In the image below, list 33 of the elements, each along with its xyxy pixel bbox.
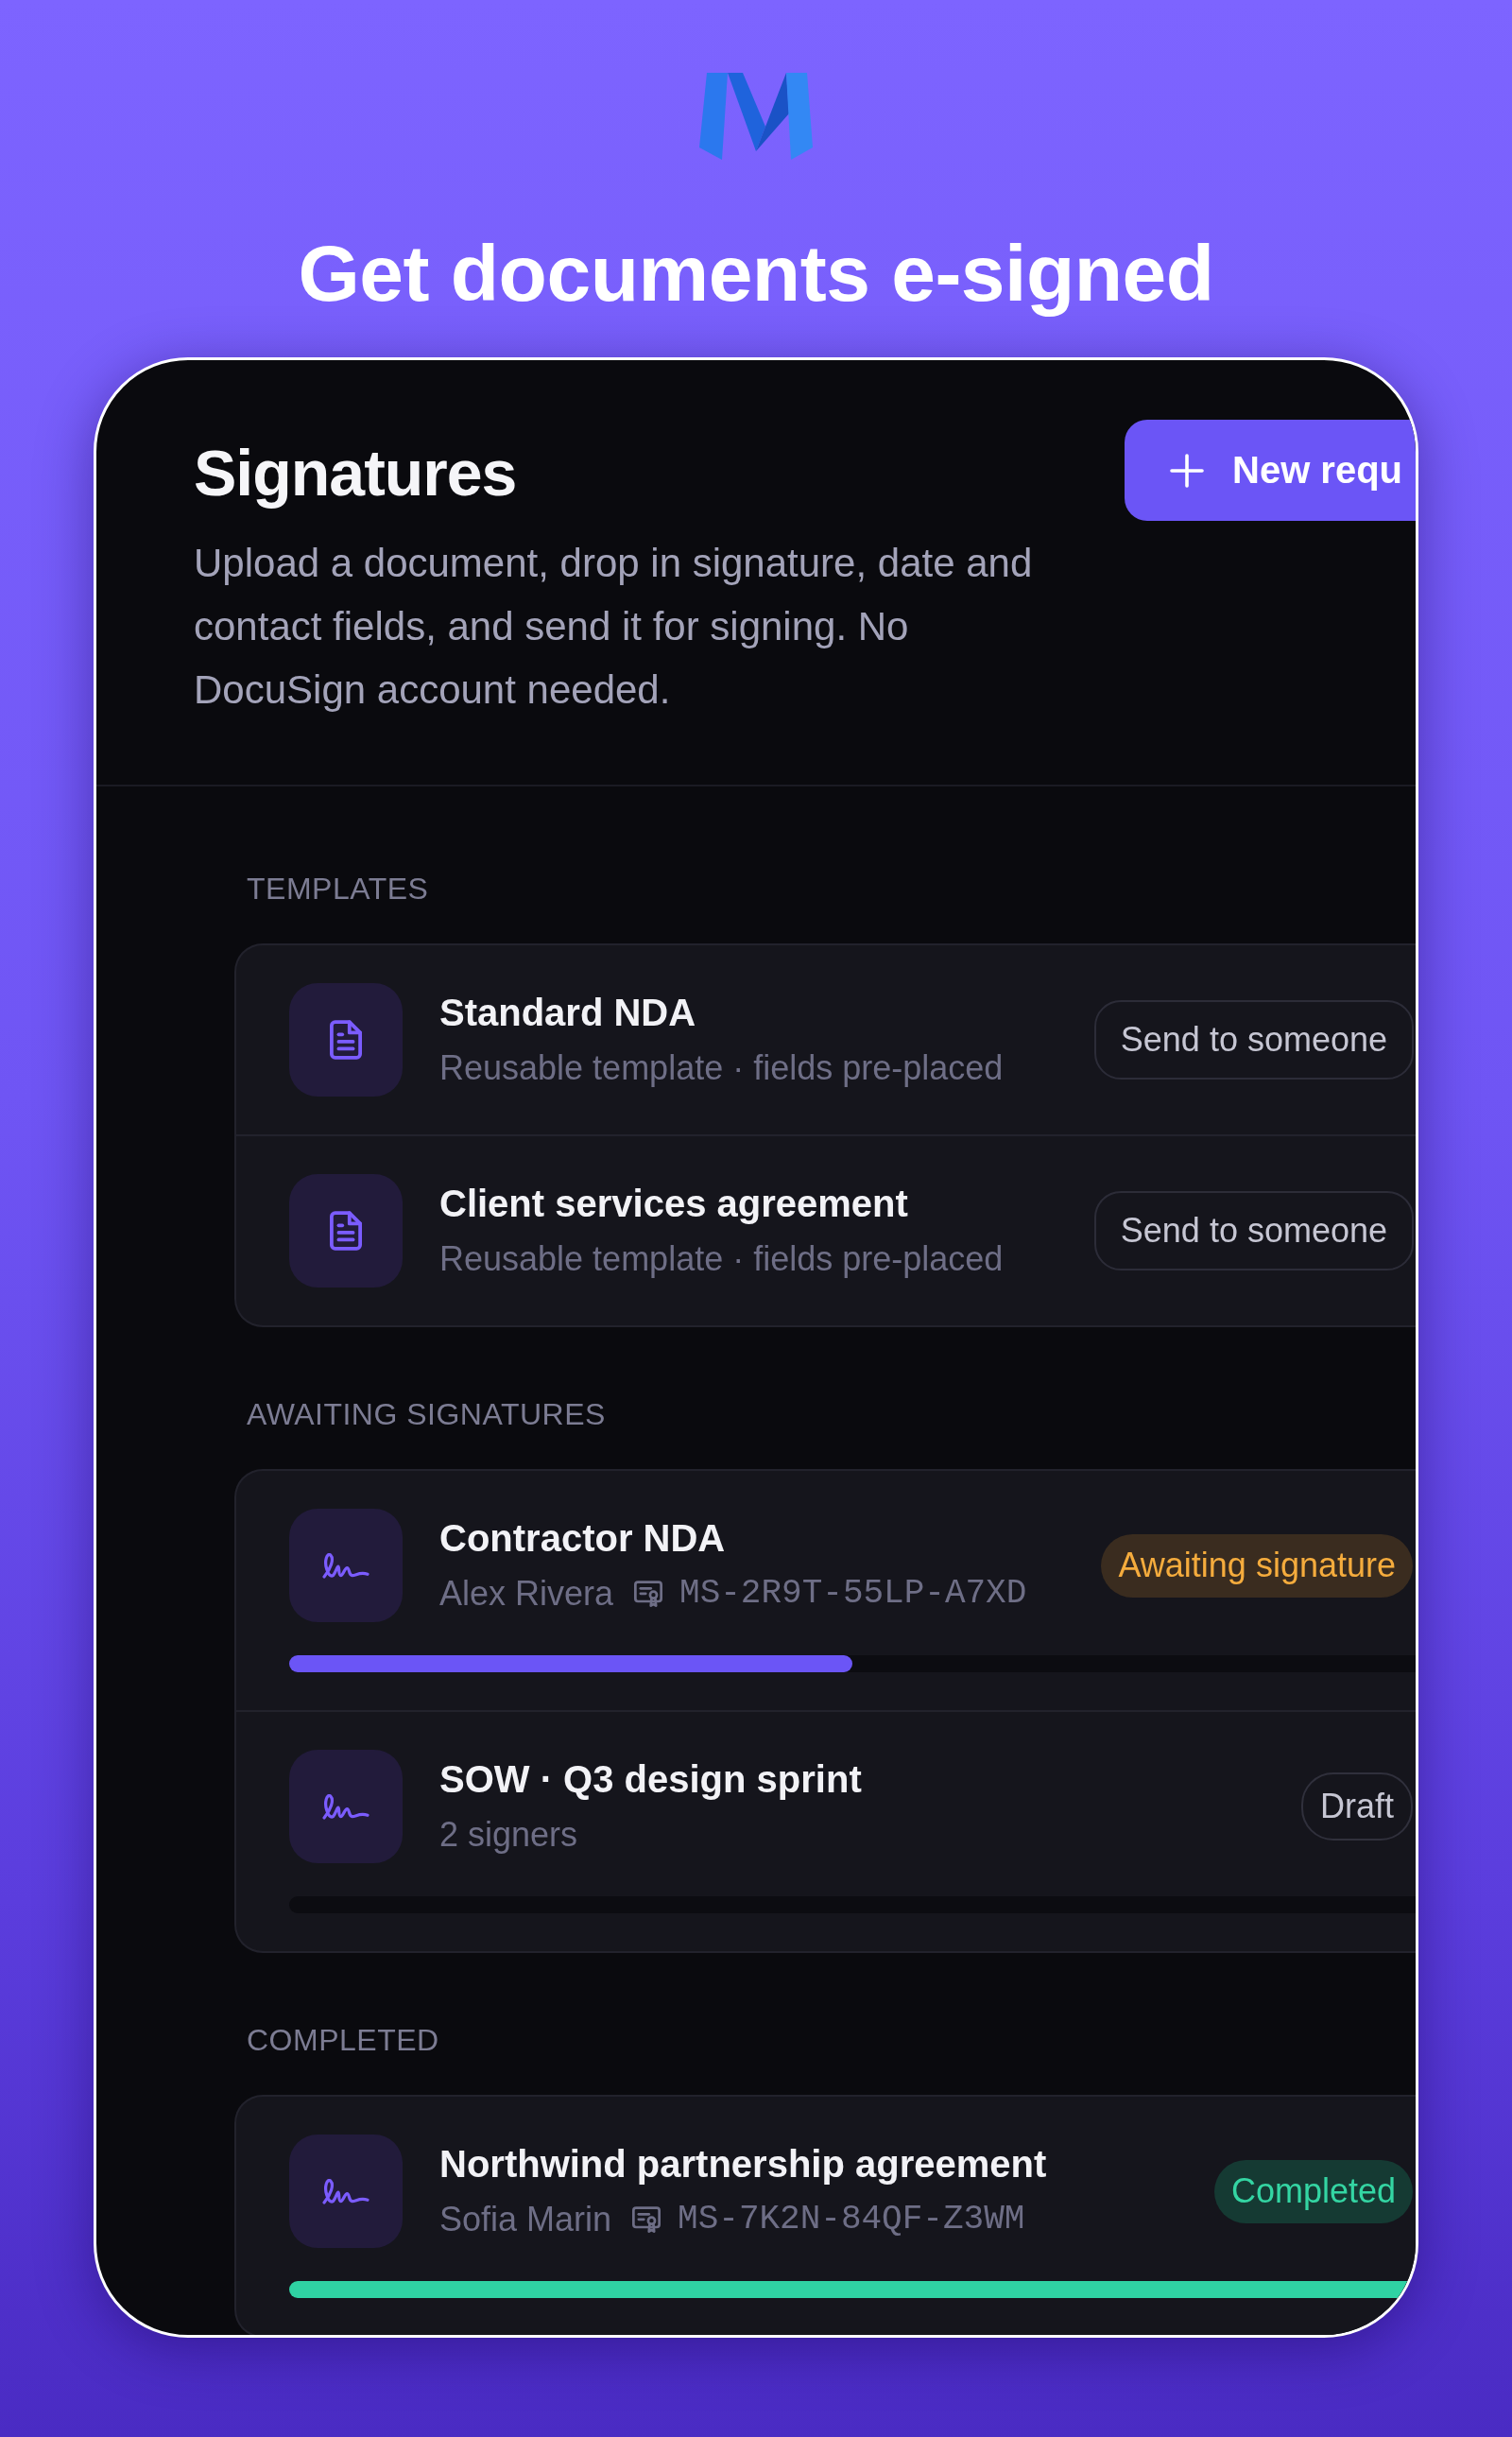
document-icon [289,1174,403,1288]
document-title: Northwind partnership agreement [439,2142,1047,2186]
document-icon [289,983,403,1097]
envelope-id: MS-2R9T-55LP-A7XD [679,1573,1027,1615]
document-title: Contractor NDA [439,1516,726,1561]
logo-icon [699,70,813,161]
certificate-icon [634,1580,663,1608]
status-badge: Awaiting signature [1101,1533,1413,1598]
document-title: Standard NDA [439,991,696,1035]
screen-description: Upload a document, drop in signature, date and contact fields, and send it for signing. No DocuSign account needed. [194,540,1034,714]
status-badge: Draft [1301,1772,1413,1841]
section-heading: TEMPLATES [247,872,429,906]
send-button[interactable]: Send to someone [1093,1191,1414,1270]
headline: Get documents e-signed [298,228,1214,320]
document-subtitle: Reusable template · fields pre-placed [439,1047,1004,1089]
section-heading: COMPLETED [247,2023,439,2057]
new-request-button[interactable]: New requ [1125,420,1416,521]
screen-title: Signatures [194,436,517,510]
signature-icon [289,1509,403,1622]
section-heading: AWAITING SIGNATURES [247,1397,606,1431]
envelope-id: MS-7K2N-84QF-Z3WM [678,2199,1025,2240]
document-title: Client services agreement [439,1182,908,1226]
document-title: SOW · Q3 design sprint [439,1757,862,1802]
plus-icon [1170,453,1204,488]
signer-name: Sofia Marin [439,2199,612,2240]
signer-name: Alex Rivera [439,1573,614,1615]
signature-icon [289,2135,403,2248]
document-subtitle: Reusable template · fields pre-placed [439,1238,1004,1280]
signature-icon [289,1750,403,1863]
send-button[interactable]: Send to someone [1093,1000,1414,1080]
status-badge: Completed [1213,2159,1413,2223]
signer-name: 2 signers [439,1814,578,1856]
certificate-icon [632,2205,662,2234]
